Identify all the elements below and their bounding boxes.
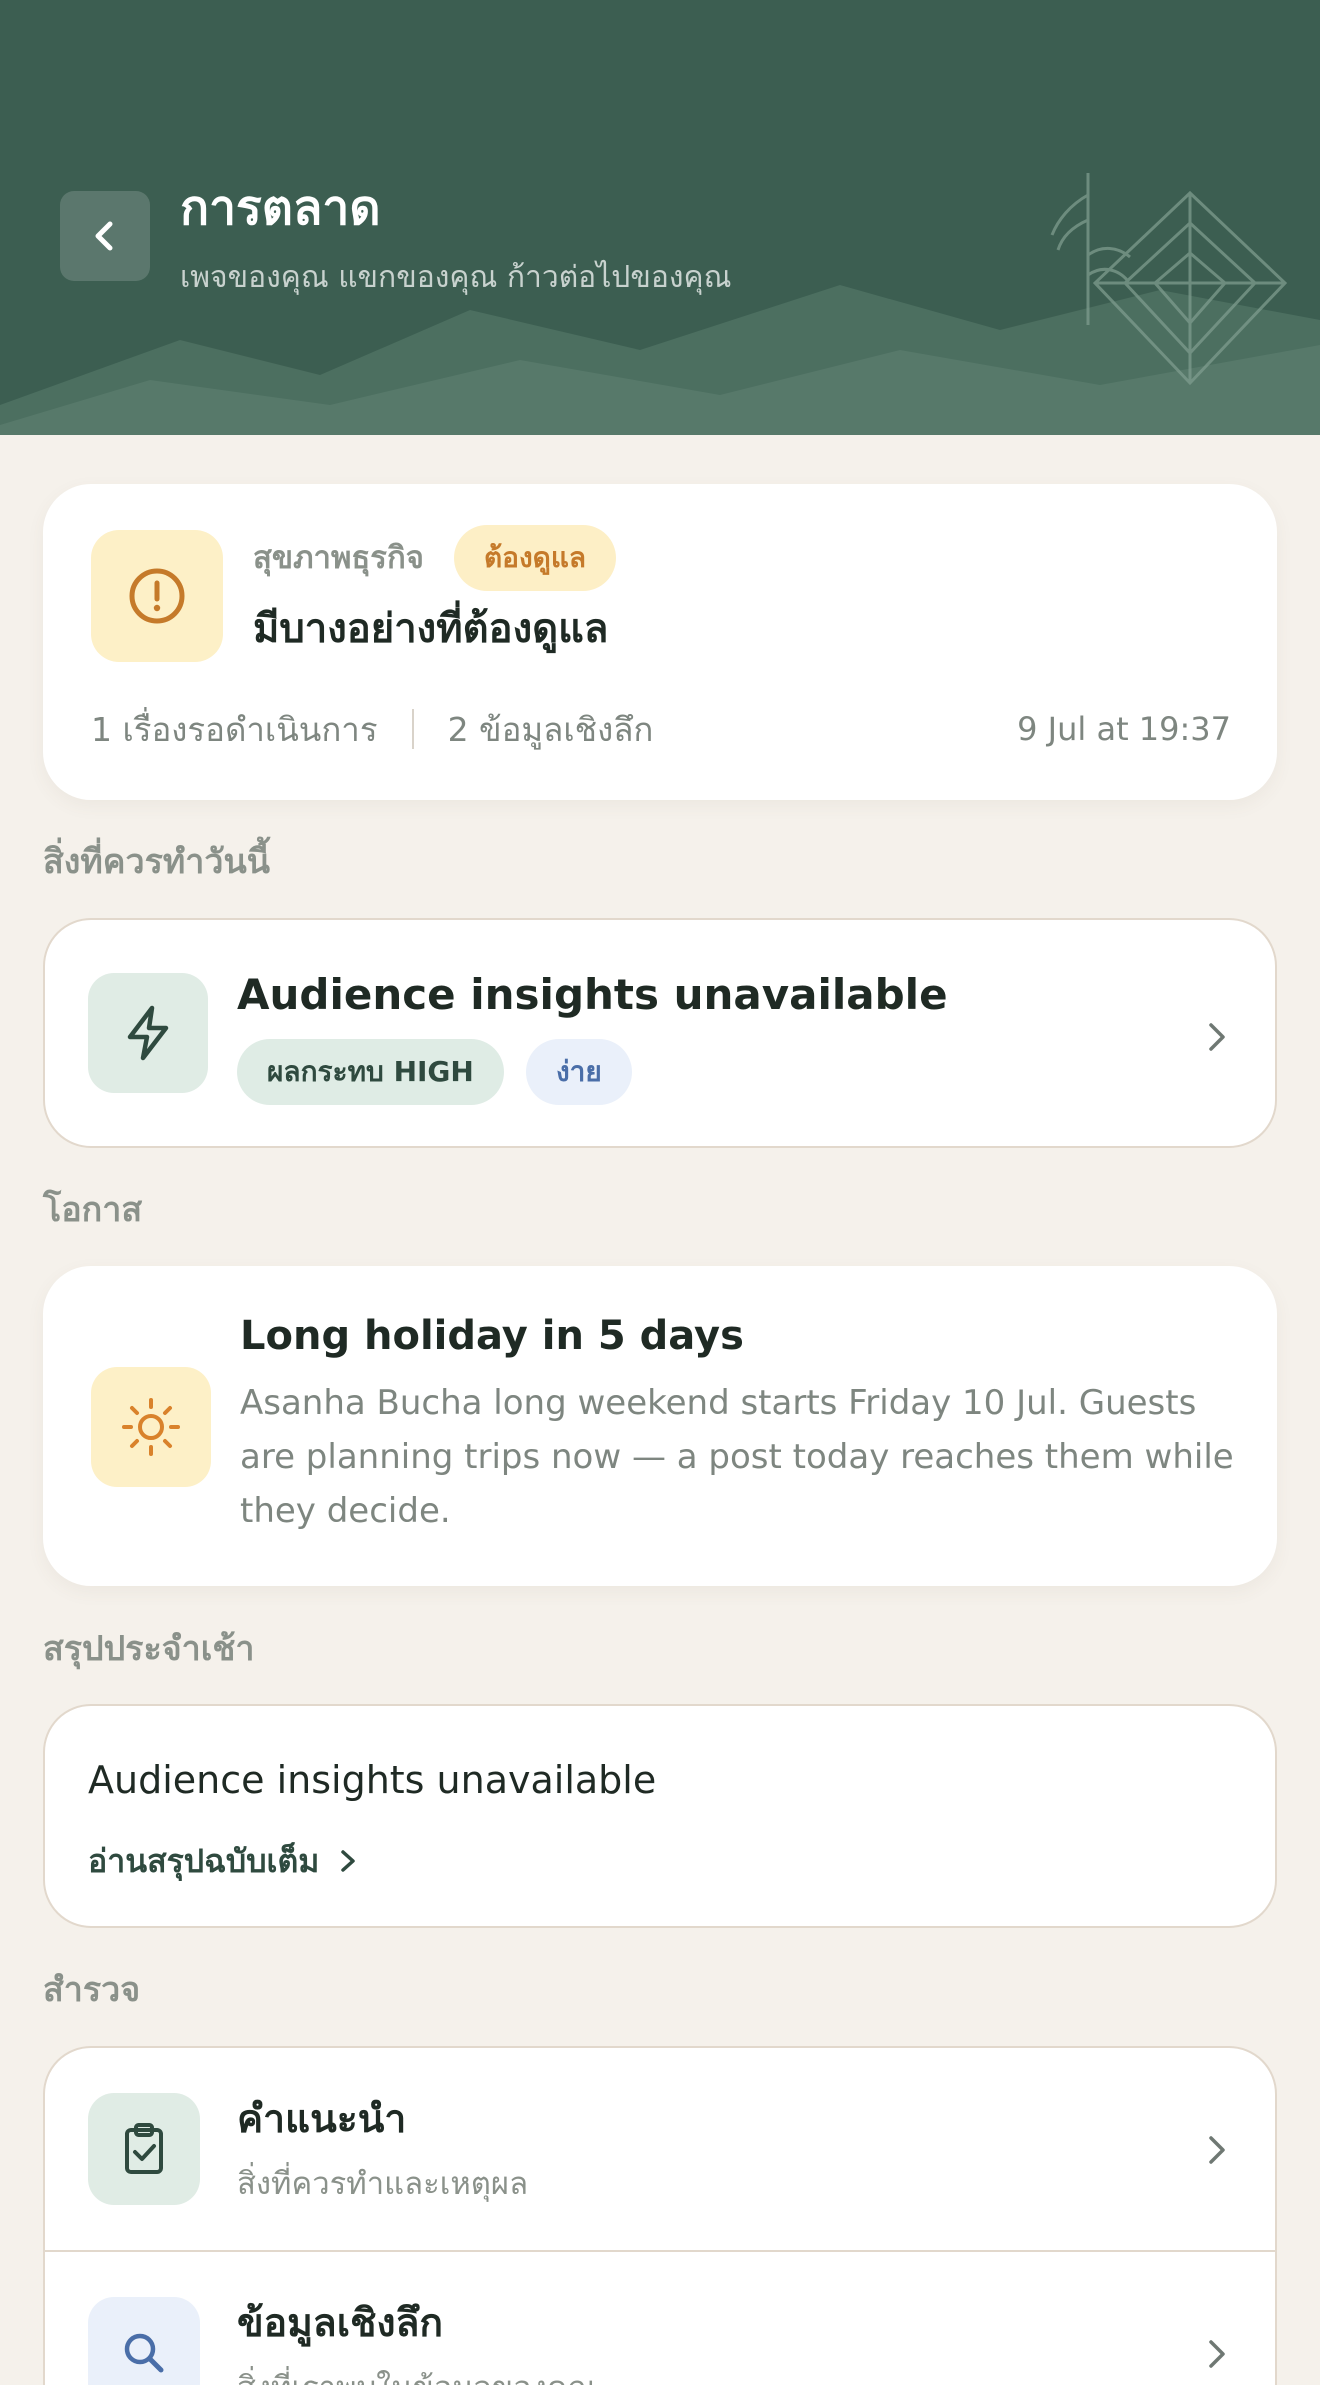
explore-subtitle: สิ่งที่เราพบในข้อมูลของคุณ — [237, 2366, 596, 2385]
opportunity-title: Long holiday in 5 days — [240, 1313, 744, 1359]
meta-divider — [411, 709, 414, 749]
chevron-right-icon — [1209, 2136, 1225, 2164]
section-label-opportunity: โอกาส — [43, 1190, 143, 1230]
status-badge: ต้องดูแล — [454, 525, 617, 591]
explore-card: คำแนะนำ สิ่งที่ควรทำและเหตุผล ข้อมูลเชิง… — [43, 2046, 1277, 2385]
chevron-left-icon — [95, 221, 113, 251]
search-icon — [124, 2333, 164, 2373]
chevron-right-icon — [1209, 2340, 1225, 2368]
summary-text: Audience insights unavailable — [88, 1758, 657, 1802]
lightning-bolt-icon — [127, 1005, 169, 1061]
today-action-card[interactable]: Audience insights unavailable ผลกระทบ HI… — [43, 918, 1277, 1148]
opportunity-icon-tile — [91, 1367, 211, 1487]
insights-count: 2 ข้อมูลเชิงลึก — [447, 709, 654, 749]
explore-item-recommendations[interactable]: คำแนะนำ สิ่งที่ควรทำและเหตุผล — [45, 2048, 1275, 2252]
section-label-today: สิ่งที่ควรทำวันนี้ — [43, 842, 270, 882]
pending-count: 1 เรื่องรอดำเนินการ — [91, 709, 378, 749]
back-button[interactable] — [60, 191, 150, 281]
effort-tag: ง่าย — [526, 1039, 632, 1105]
recommendations-icon-tile — [88, 2093, 200, 2205]
explore-title: คำแนะนำ — [237, 2097, 407, 2142]
read-full-summary-link[interactable]: อ่านสรุปฉบับเต็ม — [88, 1836, 359, 1886]
section-label-explore: สำรวจ — [43, 1970, 141, 2010]
action-icon-tile — [88, 973, 208, 1093]
opportunity-description: Asanha Bucha long weekend starts Friday … — [240, 1383, 1234, 1531]
health-timestamp: 9 Jul at 19:37 — [1017, 710, 1231, 748]
morning-summary-card: Audience insights unavailable อ่านสรุปฉบ… — [43, 1704, 1277, 1928]
explore-subtitle: สิ่งที่ควรทำและเหตุผล — [237, 2166, 529, 2202]
page-subtitle: เพจของคุณ แขกของคุณ ก้าวต่อไปของคุณ — [180, 260, 732, 295]
explore-title: ข้อมูลเชิงลึก — [237, 2301, 444, 2346]
alert-circle-icon — [129, 568, 185, 624]
health-headline: มีบางอย่างที่ต้องดูแล — [253, 606, 609, 652]
section-label-summary: สรุปประจำเช้า — [43, 1629, 255, 1669]
sun-icon — [122, 1398, 180, 1456]
health-meta: 1 เรื่องรอดำเนินการ 2 ข้อมูลเชิงลึก — [91, 705, 653, 753]
read-full-summary-label: อ่านสรุปฉบับเต็ม — [88, 1841, 320, 1880]
explore-item-insights[interactable]: ข้อมูลเชิงลึก สิ่งที่เราพบในข้อมูลของคุณ — [45, 2252, 1275, 2385]
page-header: การตลาด เพจของคุณ แขกของคุณ ก้าวต่อไปของ… — [0, 0, 1320, 435]
rice-plant-diamond-decoration — [1050, 173, 1288, 386]
business-health-card[interactable]: สุขภาพธุรกิจ ต้องดูแล มีบางอย่างที่ต้องด… — [43, 484, 1277, 800]
health-label: สุขภาพธุรกิจ — [253, 540, 424, 576]
action-title: Audience insights unavailable — [237, 970, 948, 1019]
chevron-right-icon — [341, 1850, 356, 1872]
clipboard-check-icon — [125, 2123, 163, 2174]
insights-icon-tile — [88, 2297, 200, 2385]
health-icon-tile — [91, 530, 223, 662]
impact-tag: ผลกระทบ HIGH — [237, 1039, 504, 1105]
opportunity-card[interactable]: Long holiday in 5 days Asanha Bucha long… — [43, 1266, 1277, 1586]
page-title: การตลาด — [180, 180, 381, 236]
chevron-right-icon — [1209, 1023, 1225, 1051]
